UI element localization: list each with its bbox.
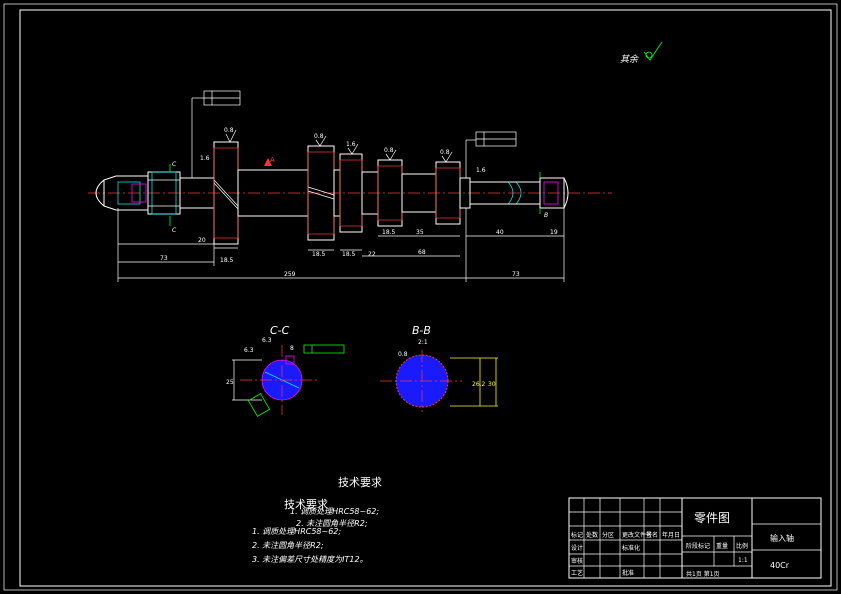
roughness-default-note: 其余 [620, 41, 663, 65]
svg-text:标记: 标记 [571, 531, 583, 539]
svg-text:B: B [544, 212, 548, 219]
dimension-lines [117, 208, 565, 282]
svg-text:其余: 其余 [620, 54, 639, 65]
svg-text:1. 调质处理HRC58~62;: 1. 调质处理HRC58~62; [252, 527, 341, 536]
part-name: 输入轴 [770, 533, 794, 543]
svg-text:20: 20 [198, 237, 206, 244]
svg-text:工艺: 工艺 [571, 569, 583, 577]
drawing-type: 零件图 [694, 511, 730, 525]
roughness-symbols-main: 0.8 0.8 1.6 0.8 0.8 1.6 1.6 [200, 127, 486, 174]
svg-text:处数: 处数 [586, 531, 598, 539]
svg-text:73: 73 [512, 271, 520, 278]
svg-text:2. 未注圆角半径R2;: 2. 未注圆角半径R2; [252, 541, 324, 550]
section-cc-view: C-C 25 8 6.3 6.3 [226, 324, 345, 417]
svg-text:审核: 审核 [571, 557, 583, 565]
svg-text:18.5: 18.5 [220, 257, 234, 264]
title-block: 零件图 输入轴 40Cr 阶段标记 重量 比例 1:1 共1页 第1页 标记 处… [568, 497, 822, 579]
dimension-texts: 73 259 73 40 19 68 20 18.5 18.5 18.5 18.… [160, 229, 558, 278]
svg-text:分区: 分区 [602, 531, 614, 539]
svg-text:年月日: 年月日 [662, 531, 680, 539]
tolerance-frame-left [191, 90, 241, 178]
svg-text:签名: 签名 [646, 531, 658, 539]
svg-text:C: C [172, 161, 177, 168]
outer-border [3, 3, 838, 591]
svg-text:0.8: 0.8 [440, 149, 450, 156]
cad-drawing-sheet: 其余 A C C B 0.8 0.8 1.6 0.8 0.8 1.6 1.6 7… [3, 3, 838, 591]
svg-text:0.8: 0.8 [398, 351, 408, 358]
inner-border [19, 9, 832, 587]
svg-text:C: C [172, 227, 177, 234]
svg-text:26.2: 26.2 [472, 381, 486, 388]
svg-text:C-C: C-C [270, 324, 290, 337]
svg-text:1:1: 1:1 [738, 557, 748, 564]
svg-text:0.8: 0.8 [224, 127, 234, 134]
svg-text:68: 68 [418, 249, 426, 256]
svg-text:批准: 批准 [622, 569, 634, 577]
tolerance-frame-right [465, 131, 517, 178]
svg-text:1.6: 1.6 [476, 167, 486, 174]
svg-text:共1页 第1页: 共1页 第1页 [686, 570, 720, 578]
svg-text:0.8: 0.8 [314, 133, 324, 140]
section-bb-view: B-B 2:1 26.2 30 0.8 [380, 324, 498, 412]
svg-text:1. 调质处理HRC58~62;: 1. 调质处理HRC58~62; [290, 507, 379, 516]
svg-text:22: 22 [368, 251, 376, 258]
svg-text:6.3: 6.3 [262, 337, 272, 344]
material: 40Cr [770, 561, 790, 570]
svg-text:3. 未注偏差尺寸处精度为IT12。: 3. 未注偏差尺寸处精度为IT12。 [252, 555, 368, 564]
svg-text:比例: 比例 [736, 542, 748, 550]
svg-text:18.5: 18.5 [312, 251, 326, 258]
svg-text:1.6: 1.6 [200, 155, 210, 162]
svg-text:30: 30 [488, 381, 496, 388]
svg-text:73: 73 [160, 255, 168, 262]
svg-text:重量: 重量 [716, 542, 728, 550]
svg-text:标准化: 标准化 [622, 544, 640, 552]
svg-text:B-B: B-B [412, 324, 431, 337]
svg-text:6.3: 6.3 [244, 347, 254, 354]
svg-text:2:1: 2:1 [418, 339, 428, 346]
svg-text:40: 40 [496, 229, 504, 236]
svg-text:18.5: 18.5 [382, 229, 396, 236]
svg-text:25: 25 [226, 379, 234, 386]
technical-requirements: 技术要求 技术要求 1. 调质处理HRC58~62; 2. 未注圆角半径R2; … [252, 476, 382, 564]
svg-text:8: 8 [290, 345, 294, 352]
svg-text:A: A [270, 156, 275, 164]
svg-text:设计: 设计 [571, 544, 583, 552]
svg-text:18.5: 18.5 [342, 251, 356, 258]
svg-text:19: 19 [550, 229, 558, 236]
svg-text:技术要求: 技术要求 [338, 476, 382, 489]
svg-text:1.6: 1.6 [346, 141, 356, 148]
svg-text:阶段标记: 阶段标记 [686, 542, 710, 550]
datum-a: A [264, 156, 275, 166]
svg-text:259: 259 [284, 271, 296, 278]
svg-text:35: 35 [416, 229, 424, 236]
svg-text:0.8: 0.8 [384, 147, 394, 154]
